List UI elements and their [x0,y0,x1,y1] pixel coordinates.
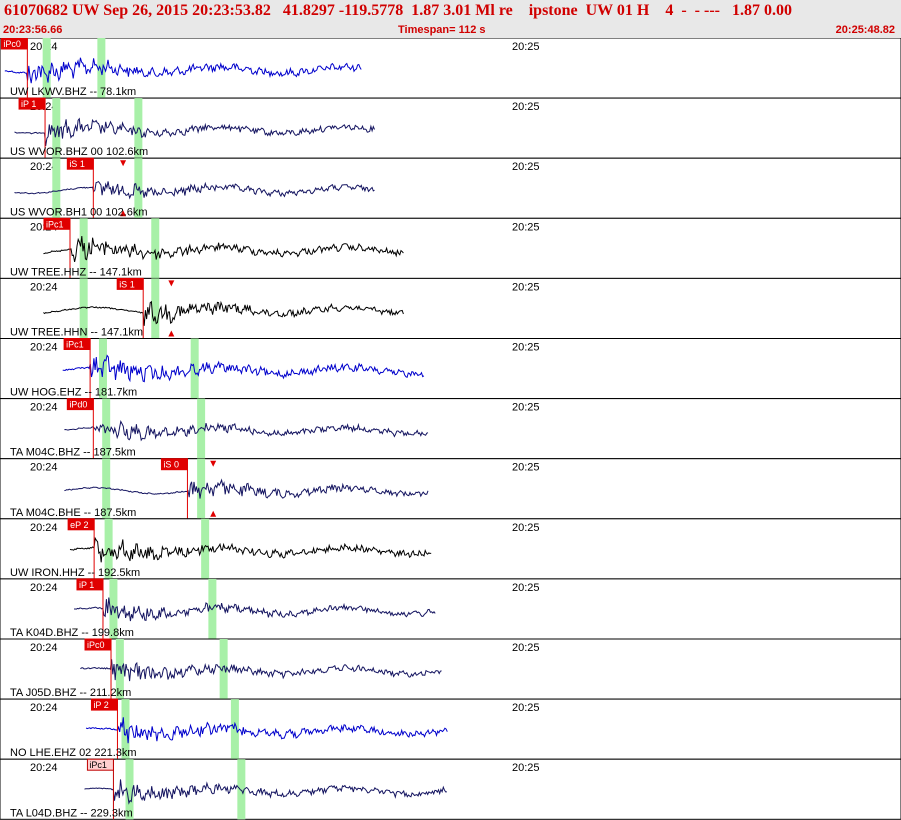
trace-row[interactable]: 20:24 20:25 iPc1 TA L04D.BHZ -- 229.3km [0,758,901,820]
seismogram-panel[interactable]: 20:24 20:25 iPc0 UW LKWV.BHZ -- 78.1km 20:24… [0,38,901,820]
seismogram-svg[interactable]: 20:24 20:25 iPc0 UW LKWV.BHZ -- 78.1km 20:24… [0,38,901,820]
pick-label: iS 1 [69,159,85,169]
minute-label: 20:24 [30,462,58,474]
channel-label: US WVOR.BHZ 00 102.6km [10,146,148,158]
pick-label: iPc1 [66,340,84,350]
minute-label: 20:25 [512,281,540,293]
channel-label: UW TREE.HHZ -- 147.1km [10,266,142,278]
pick-label: iP 1 [21,99,36,109]
channel-label: NO LHE.EHZ 02 221.3km [10,747,137,759]
pick-label: iP 2 [93,700,108,710]
trace-row[interactable]: 20:24 20:25 iS 0 TA M04C.BHE -- 187.5km [0,458,901,520]
trace-row[interactable]: 20:2420:25iPc0UW LKWV.BHZ -- 78.1km [0,38,901,99]
event-title: 61070682 UW Sep 26, 2015 20:23:53.82 41.… [4,2,792,19]
minute-label: 20:25 [512,161,540,173]
trace-frame [0,578,901,640]
pick-label: iS 1 [119,279,135,289]
trace-row[interactable]: 20:24 20:25 iP 1 TA K04D.BHZ -- 199.8km [0,578,901,640]
trace-row[interactable]: 20:24 20:25 iP 2 NO LHE.EHZ 02 221.3km [0,698,901,760]
phase-window [230,699,239,760]
channel-label: UW LKWV.BHZ -- 78.1km [10,86,136,98]
pick-label: iPc0 [3,39,21,49]
minute-label: 20:25 [512,702,540,714]
minute-label: 20:25 [512,41,540,53]
trace-row[interactable]: 20:24 20:25 iPc1 UW HOG.EHZ -- 181.7km [0,338,901,400]
minute-label: 20:24 [30,582,58,594]
phase-window [151,218,160,279]
pick-label: iS 0 [163,460,179,470]
pick-label: iPc1 [46,219,64,229]
trace-row[interactable]: 20:24 20:25 iPd0 TA M04C.BHZ -- 187.5km [0,398,901,460]
minute-label: 20:25 [512,642,540,654]
minute-label: 20:25 [512,762,540,774]
phase-window [151,278,160,339]
pick-label: iPc1 [89,760,107,770]
minute-label: 20:25 [512,342,540,354]
trace-row[interactable]: 20:24 20:25iS 1US WVOR.BH1 00 102.6km [0,157,901,219]
channel-label: UW TREE.HHN -- 147.1km [10,327,143,339]
start-time: 20:23:56.66 [3,24,63,36]
channel-label: TA J05D.BHZ -- 211.2km [10,687,131,699]
trace-row[interactable]: 20:24 20:25 iPc0 TA J05D.BHZ -- 211.2km [0,638,901,700]
channel-label: US WVOR.BH1 00 102.6km [10,206,148,218]
minute-label: 20:25 [512,522,540,534]
pick-label: eP 2 [70,520,88,530]
minute-label: 20:25 [512,221,540,233]
pick-label: iPd0 [69,400,87,410]
end-time: 20:25:48.82 [835,24,895,36]
event-header: 61070682 UW Sep 26, 2015 20:23:53.82 41.… [0,0,901,39]
trace-row[interactable]: 20:24 20:25 eP 2 UW IRON.HHZ -- 192.5km [0,518,901,580]
minute-label: 20:25 [512,101,540,113]
channel-label: UW HOG.EHZ -- 181.7km [10,387,137,399]
minute-label: 20:24 [30,702,58,714]
pick-label: iP 1 [79,580,94,590]
minute-label: 20:24 [30,642,58,654]
trace-row[interactable]: 20:2420:25iPc1UW TREE.HHZ -- 147.1km [0,217,901,279]
minute-label: 20:24 [30,762,58,774]
pick-label: iPc0 [87,640,105,650]
phase-window [190,338,199,399]
minute-label: 20:25 [512,582,540,594]
minute-label: 20:25 [512,462,540,474]
minute-label: 20:24 [30,522,58,534]
minute-label: 20:25 [512,402,540,414]
channel-label: TA M04C.BHE -- 187.5km [10,507,136,519]
trace-row[interactable]: 20:24 20:25 iS 1 UW TREE.HHN -- 147.1km [0,277,901,339]
minute-label: 20:24 [30,281,58,293]
channel-label: TA L04D.BHZ -- 229.3km [10,807,133,819]
trace-row[interactable]: 20:2420:25iP 1US WVOR.BHZ 00 102.6km [0,97,901,159]
timespan: Timespan= 112 s [398,24,486,36]
minute-label: 20:24 [30,402,58,414]
channel-label: TA K04D.BHZ -- 199.8km [10,627,134,639]
trace-frame [0,758,901,820]
channel-label: TA M04C.BHZ -- 187.5km [10,447,136,459]
minute-label: 20:24 [30,342,58,354]
channel-label: UW IRON.HHZ -- 192.5km [10,567,140,579]
